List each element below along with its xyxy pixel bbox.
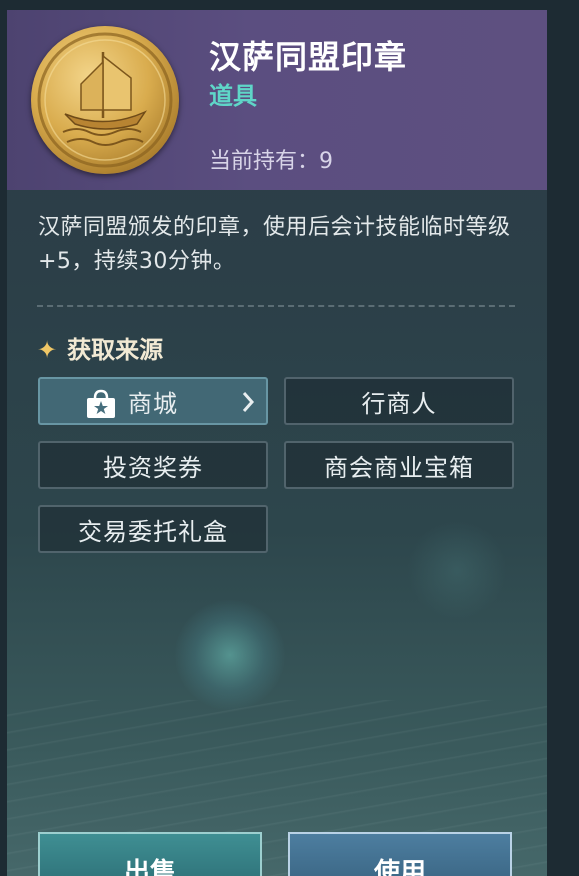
source-merchant-label: 行商人	[361, 389, 437, 418]
light-glow	[175, 600, 285, 710]
item-detail-panel: 汉萨同盟印章 道具 当前持有：9 汉萨同盟颁发的印章，使用后会计技能临时等级+5…	[7, 10, 547, 876]
sell-button[interactable]: 出售	[38, 832, 262, 876]
source-merchant-button[interactable]: 行商人	[284, 377, 514, 425]
divider	[37, 305, 515, 307]
source-title-text: 获取来源	[67, 336, 164, 364]
item-name: 汉萨同盟印章	[209, 38, 408, 76]
source-chest-label: 商会商业宝箱	[324, 453, 474, 482]
item-type: 道具	[209, 82, 257, 110]
owned-value: 9	[319, 149, 334, 174]
item-description: 汉萨同盟颁发的印章，使用后会计技能临时等级+5，持续30分钟。	[38, 215, 511, 274]
source-investment-label: 投资奖券	[103, 453, 203, 482]
source-investment-button[interactable]: 投资奖券	[38, 441, 268, 489]
sparkle-icon: ✦	[37, 336, 58, 364]
light-glow-faint	[407, 520, 507, 620]
item-header: 汉萨同盟印章 道具 当前持有：9	[7, 10, 547, 190]
source-title: ✦ 获取来源	[37, 330, 163, 365]
source-giftbox-label: 交易委托礼盒	[78, 517, 228, 546]
hansa-coin-icon	[31, 26, 179, 174]
shop-bag-icon	[84, 389, 118, 425]
sell-label: 出售	[123, 858, 176, 876]
owned-count: 当前持有：9	[209, 143, 333, 175]
source-shop-button[interactable]: 商城	[38, 377, 268, 425]
owned-label: 当前持有：	[209, 149, 320, 174]
use-label: 使用	[373, 858, 426, 876]
chevron-right-icon	[240, 389, 256, 421]
source-chest-button[interactable]: 商会商业宝箱	[284, 441, 514, 489]
source-shop-label: 商城	[128, 389, 178, 418]
source-giftbox-button[interactable]: 交易委托礼盒	[38, 505, 268, 553]
use-button[interactable]: 使用	[288, 832, 512, 876]
